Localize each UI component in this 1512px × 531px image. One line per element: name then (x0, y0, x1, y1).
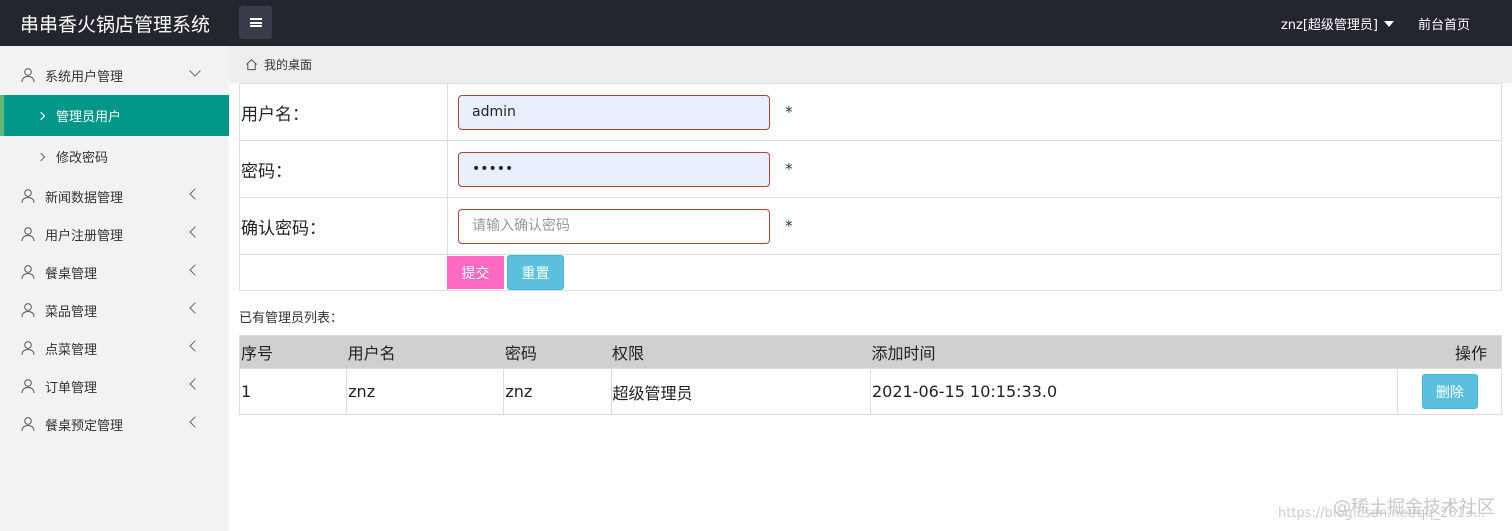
admin-form: 用户名： * 密码： * 确认密码： * 提交重置 (239, 83, 1502, 291)
breadcrumb-label[interactable]: 我的桌面 (264, 56, 312, 73)
sidebar-item-label: 管理员用户 (56, 110, 122, 125)
chevron-left-icon (189, 340, 201, 352)
password-input[interactable] (458, 151, 770, 187)
user-menu-label: znz[超级管理员] (1280, 18, 1378, 33)
chevron-right-icon (36, 111, 46, 120)
username-input[interactable] (458, 94, 770, 130)
sidebar-group-label: 用户注册管理 (45, 228, 124, 244)
chevron-right-icon (36, 152, 46, 161)
reset-button[interactable]: 重置 (507, 255, 564, 290)
column-header-role: 权限 (611, 335, 871, 369)
user-icon (21, 227, 35, 242)
sidebar-group-label: 系统用户管理 (45, 69, 124, 85)
column-header-password: 密码 (503, 335, 612, 369)
cell-index: 1 (238, 368, 348, 415)
user-icon (21, 68, 35, 83)
sidebar: 系统用户管理 管理员用户 修改密码 新闻数据管理 用户注册管理 餐桌管理 菜品管… (0, 46, 229, 531)
column-header-added-time: 添加时间 (870, 335, 1398, 369)
column-header-username: 用户名 (346, 335, 504, 369)
required-mark: * (785, 103, 793, 121)
sidebar-item-label: 修改密码 (56, 151, 109, 166)
chevron-left-icon (189, 378, 201, 390)
front-home-link[interactable]: 前台首页 (1418, 14, 1470, 33)
required-mark: * (785, 160, 793, 178)
hamburger-icon (249, 18, 262, 27)
admin-list-table: 序号 用户名 密码 权限 添加时间 操作 1 znz znz 超级管理员 202… (238, 335, 1503, 415)
chevron-left-icon (189, 416, 201, 428)
sidebar-group-news[interactable]: 新闻数据管理 (0, 177, 229, 215)
chevron-left-icon (189, 226, 201, 238)
sidebar-group-label: 餐桌管理 (45, 266, 98, 282)
sidebar-item-change-password[interactable]: 修改密码 (0, 136, 229, 177)
cell-username: znz (346, 368, 505, 415)
submit-button[interactable]: 提交 (447, 256, 504, 289)
sidebar-group-ordering[interactable]: 点菜管理 (0, 329, 229, 367)
required-mark: * (785, 217, 793, 235)
user-icon (21, 189, 35, 204)
confirm-password-label: 确认密码： (239, 197, 448, 255)
sidebar-group-user-registration[interactable]: 用户注册管理 (0, 215, 229, 253)
cell-role: 超级管理员 (610, 368, 871, 415)
menu-toggle-button[interactable] (239, 6, 272, 39)
sidebar-group-label: 订单管理 (45, 380, 98, 396)
sidebar-item-admin-users[interactable]: 管理员用户 (0, 95, 229, 136)
watermark-brand: @稀土掘金技术社区 (1333, 497, 1495, 518)
cell-password: znz (503, 368, 612, 415)
delete-button[interactable]: 删除 (1421, 374, 1478, 409)
admin-list-caption: 已有管理员列表： (239, 311, 344, 326)
chevron-down-icon (189, 65, 201, 77)
sidebar-group-dishes[interactable]: 菜品管理 (0, 291, 229, 329)
user-icon (21, 341, 35, 356)
user-icon (21, 303, 35, 318)
user-icon (21, 417, 35, 432)
chevron-left-icon (189, 188, 201, 200)
chevron-left-icon (189, 302, 201, 314)
column-header-index: 序号 (239, 335, 347, 369)
user-icon (21, 265, 35, 280)
password-label: 密码： (239, 140, 448, 198)
home-icon (246, 58, 257, 71)
table-row: 1 znz znz 超级管理员 2021-06-15 10:15:33.0 删除 (238, 368, 1503, 415)
username-label: 用户名： (239, 83, 448, 141)
table-header-row: 序号 用户名 密码 权限 添加时间 操作 (239, 335, 1502, 369)
sidebar-group-label: 餐桌预定管理 (45, 418, 124, 434)
top-header: 串串香火锅店管理系统 znz[超级管理员] 前台首页 (0, 0, 1512, 46)
main-content: 我的桌面 用户名： * 密码： * 确认密码： * (229, 46, 1512, 531)
cell-added-time: 2021-06-15 10:15:33.0 (869, 368, 1398, 415)
chevron-left-icon (189, 264, 201, 276)
sidebar-group-label: 菜品管理 (45, 304, 98, 320)
column-header-actions: 操作 (1397, 335, 1502, 369)
breadcrumb: 我的桌面 (229, 46, 1512, 83)
sidebar-group-reservations[interactable]: 餐桌预定管理 (0, 405, 229, 443)
app-title: 串串香火锅店管理系统 (20, 14, 211, 36)
confirm-password-input[interactable] (458, 208, 770, 244)
user-menu-dropdown[interactable]: znz[超级管理员] (1281, 14, 1394, 33)
sidebar-group-label: 点菜管理 (45, 342, 98, 358)
sidebar-group-orders[interactable]: 订单管理 (0, 367, 229, 405)
sidebar-group-label: 新闻数据管理 (45, 190, 124, 206)
sidebar-group-tables[interactable]: 餐桌管理 (0, 253, 229, 291)
caret-down-icon (1384, 20, 1394, 27)
sidebar-group-system-users[interactable]: 系统用户管理 (0, 56, 229, 94)
user-icon (21, 379, 35, 394)
